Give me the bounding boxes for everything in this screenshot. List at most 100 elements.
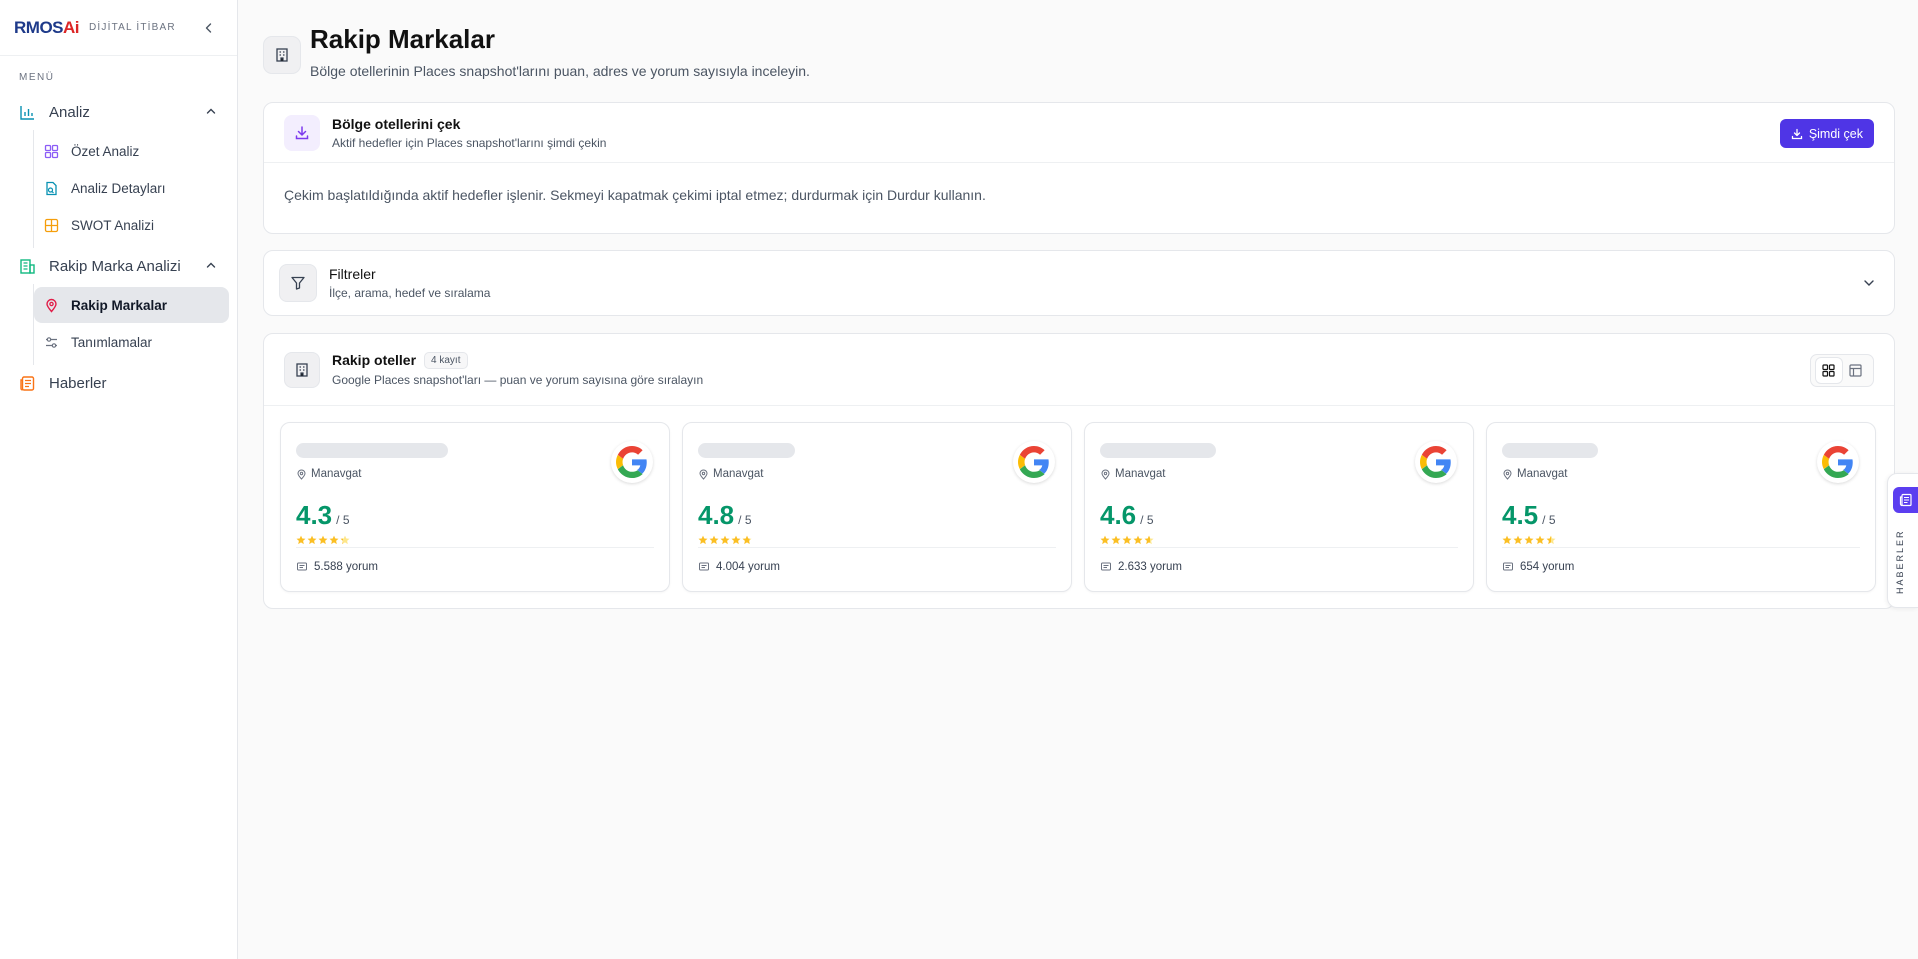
building-icon <box>263 36 301 74</box>
google-logo-icon <box>1415 441 1457 483</box>
sidebar-subitems-analiz: Özet Analiz Analiz Detayları SWOT Analiz… <box>33 130 237 248</box>
bar-chart-icon <box>20 105 34 120</box>
hotel-name-placeholder <box>1100 443 1216 458</box>
hotel-rating: 4.8/ 5 <box>698 500 752 530</box>
review-count: 4.004 yorum <box>698 561 780 573</box>
map-pin-icon <box>297 469 306 480</box>
sidebar-subitems-rakip: Rakip Markalar Tanımlamalar <box>33 284 237 365</box>
hotel-name-placeholder <box>296 443 448 458</box>
hotel-location: Manavgat <box>1100 468 1166 480</box>
star-icon <box>742 535 752 545</box>
main-content: Rakip Markalar Bölge otellerinin Places … <box>239 0 1918 959</box>
sidebar-item-ozet-analiz[interactable]: Özet Analiz <box>34 133 229 169</box>
star-icon <box>1133 535 1143 545</box>
star-rating <box>296 535 350 545</box>
newspaper-icon <box>20 375 35 391</box>
hotel-name-placeholder <box>698 443 795 458</box>
message-icon <box>1503 562 1513 571</box>
star-icon <box>1524 535 1534 545</box>
filters-subtitle: İlçe, arama, hedef ve sıralama <box>329 286 491 300</box>
hotel-card[interactable]: Manavgat 4.8/ 5 4.004 yorum <box>682 422 1072 592</box>
download-icon <box>284 114 320 151</box>
chevron-up-icon <box>206 108 216 114</box>
competitors-title: Rakip oteller <box>332 351 417 368</box>
news-side-tab[interactable]: HABERLER <box>1887 473 1918 608</box>
star-icon <box>318 535 328 545</box>
star-icon <box>709 535 719 545</box>
sidebar-item-analiz-detaylari[interactable]: Analiz Detayları <box>34 170 229 206</box>
hotel-card[interactable]: Manavgat 4.6/ 5 2.633 yorum <box>1084 422 1474 592</box>
building-icon <box>20 258 35 274</box>
competitors-card: Rakip oteller 4 kayıt Google Places snaps… <box>263 333 1895 609</box>
table-view-button[interactable] <box>1843 358 1869 383</box>
sidebar-group-rakip-marka-analizi[interactable]: Rakip Marka Analizi <box>0 248 237 284</box>
star-icon <box>731 535 741 545</box>
building-icon <box>284 351 320 388</box>
star-icon <box>340 535 350 545</box>
star-rating <box>1502 535 1556 545</box>
sidebar-item-swot-analizi[interactable]: SWOT Analizi <box>34 207 229 243</box>
star-icon <box>329 535 339 545</box>
page-subtitle: Bölge otellerinin Places snapshot'larını… <box>310 63 810 79</box>
chevron-left-icon <box>205 23 212 33</box>
star-rating <box>1100 535 1154 545</box>
hotel-rating: 4.5/ 5 <box>1502 500 1556 530</box>
grid-view-button[interactable] <box>1815 358 1842 383</box>
star-icon <box>1502 535 1512 545</box>
google-logo-icon <box>1817 441 1859 483</box>
sidebar-group-analiz[interactable]: Analiz <box>0 94 237 130</box>
grid-icon <box>44 144 59 158</box>
google-logo-icon <box>611 441 653 483</box>
map-pin-icon <box>1101 469 1110 480</box>
newspaper-icon <box>1893 487 1918 513</box>
star-icon <box>1535 535 1545 545</box>
collapse-sidebar-button[interactable] <box>199 18 219 38</box>
review-count: 2.633 yorum <box>1100 561 1182 573</box>
fetch-title: Bölge otellerini çek <box>332 115 461 132</box>
map-pin-icon <box>699 469 708 480</box>
chevron-down-icon <box>1864 280 1874 286</box>
page-title: Rakip Markalar <box>310 24 495 54</box>
hotel-location: Manavgat <box>698 468 764 480</box>
star-icon <box>1513 535 1523 545</box>
google-logo-icon <box>1013 441 1055 483</box>
star-icon <box>307 535 317 545</box>
table-icon <box>1849 364 1862 377</box>
competitors-subtitle: Google Places snapshot'ları — puan ve yo… <box>332 373 704 388</box>
map-pin-icon <box>46 298 57 313</box>
sidebar-item-rakip-markalar[interactable]: Rakip Markalar <box>34 287 229 323</box>
star-icon <box>698 535 708 545</box>
fetch-subtitle: Aktif hedefler için Places snapshot'ları… <box>332 135 607 150</box>
sidebar-item-tanimlamalar[interactable]: Tanımlamalar <box>34 324 229 360</box>
sidebar: RMOSAi DİJİTAL İTİBAR MENÜ Analiz Özet A… <box>0 0 238 959</box>
hotel-card[interactable]: Manavgat 4.3/ 5 5.588 yorum <box>280 422 670 592</box>
menu-label: MENÜ <box>19 72 55 83</box>
star-icon <box>1144 535 1154 545</box>
star-icon <box>1111 535 1121 545</box>
hotel-grid: Manavgat 4.3/ 5 5.588 yorum Manavgat 4.8… <box>264 406 1894 592</box>
message-icon <box>699 562 709 571</box>
fetch-note: Çekim başlatıldığında aktif hedefler işl… <box>284 187 986 203</box>
filter-icon <box>279 264 317 302</box>
download-icon <box>1791 128 1802 139</box>
table-grid-icon <box>44 218 59 232</box>
grid-icon <box>1822 364 1835 377</box>
fetch-now-button[interactable]: Şimdi çek <box>1779 119 1874 148</box>
brand-subtitle: DİJİTAL İTİBAR <box>89 22 176 33</box>
filters-panel-toggle[interactable]: Filtreler İlçe, arama, hedef ve sıralama <box>263 250 1895 316</box>
view-toggle <box>1810 354 1874 387</box>
logo[interactable]: RMOSAi <box>14 18 80 38</box>
chevron-up-icon <box>206 262 216 268</box>
hotel-card[interactable]: Manavgat 4.5/ 5 654 yorum <box>1486 422 1876 592</box>
hotel-rating: 4.6/ 5 <box>1100 500 1154 530</box>
sliders-icon <box>46 336 57 348</box>
hotel-location: Manavgat <box>296 468 362 480</box>
page-header: Rakip Markalar Bölge otellerinin Places … <box>263 24 810 79</box>
star-icon <box>1546 535 1556 545</box>
map-pin-icon <box>1503 469 1512 480</box>
sidebar-group-haberler[interactable]: Haberler <box>0 365 237 401</box>
filters-title: Filtreler <box>329 266 376 282</box>
star-icon <box>1122 535 1132 545</box>
star-icon <box>296 535 306 545</box>
message-icon <box>297 562 307 571</box>
